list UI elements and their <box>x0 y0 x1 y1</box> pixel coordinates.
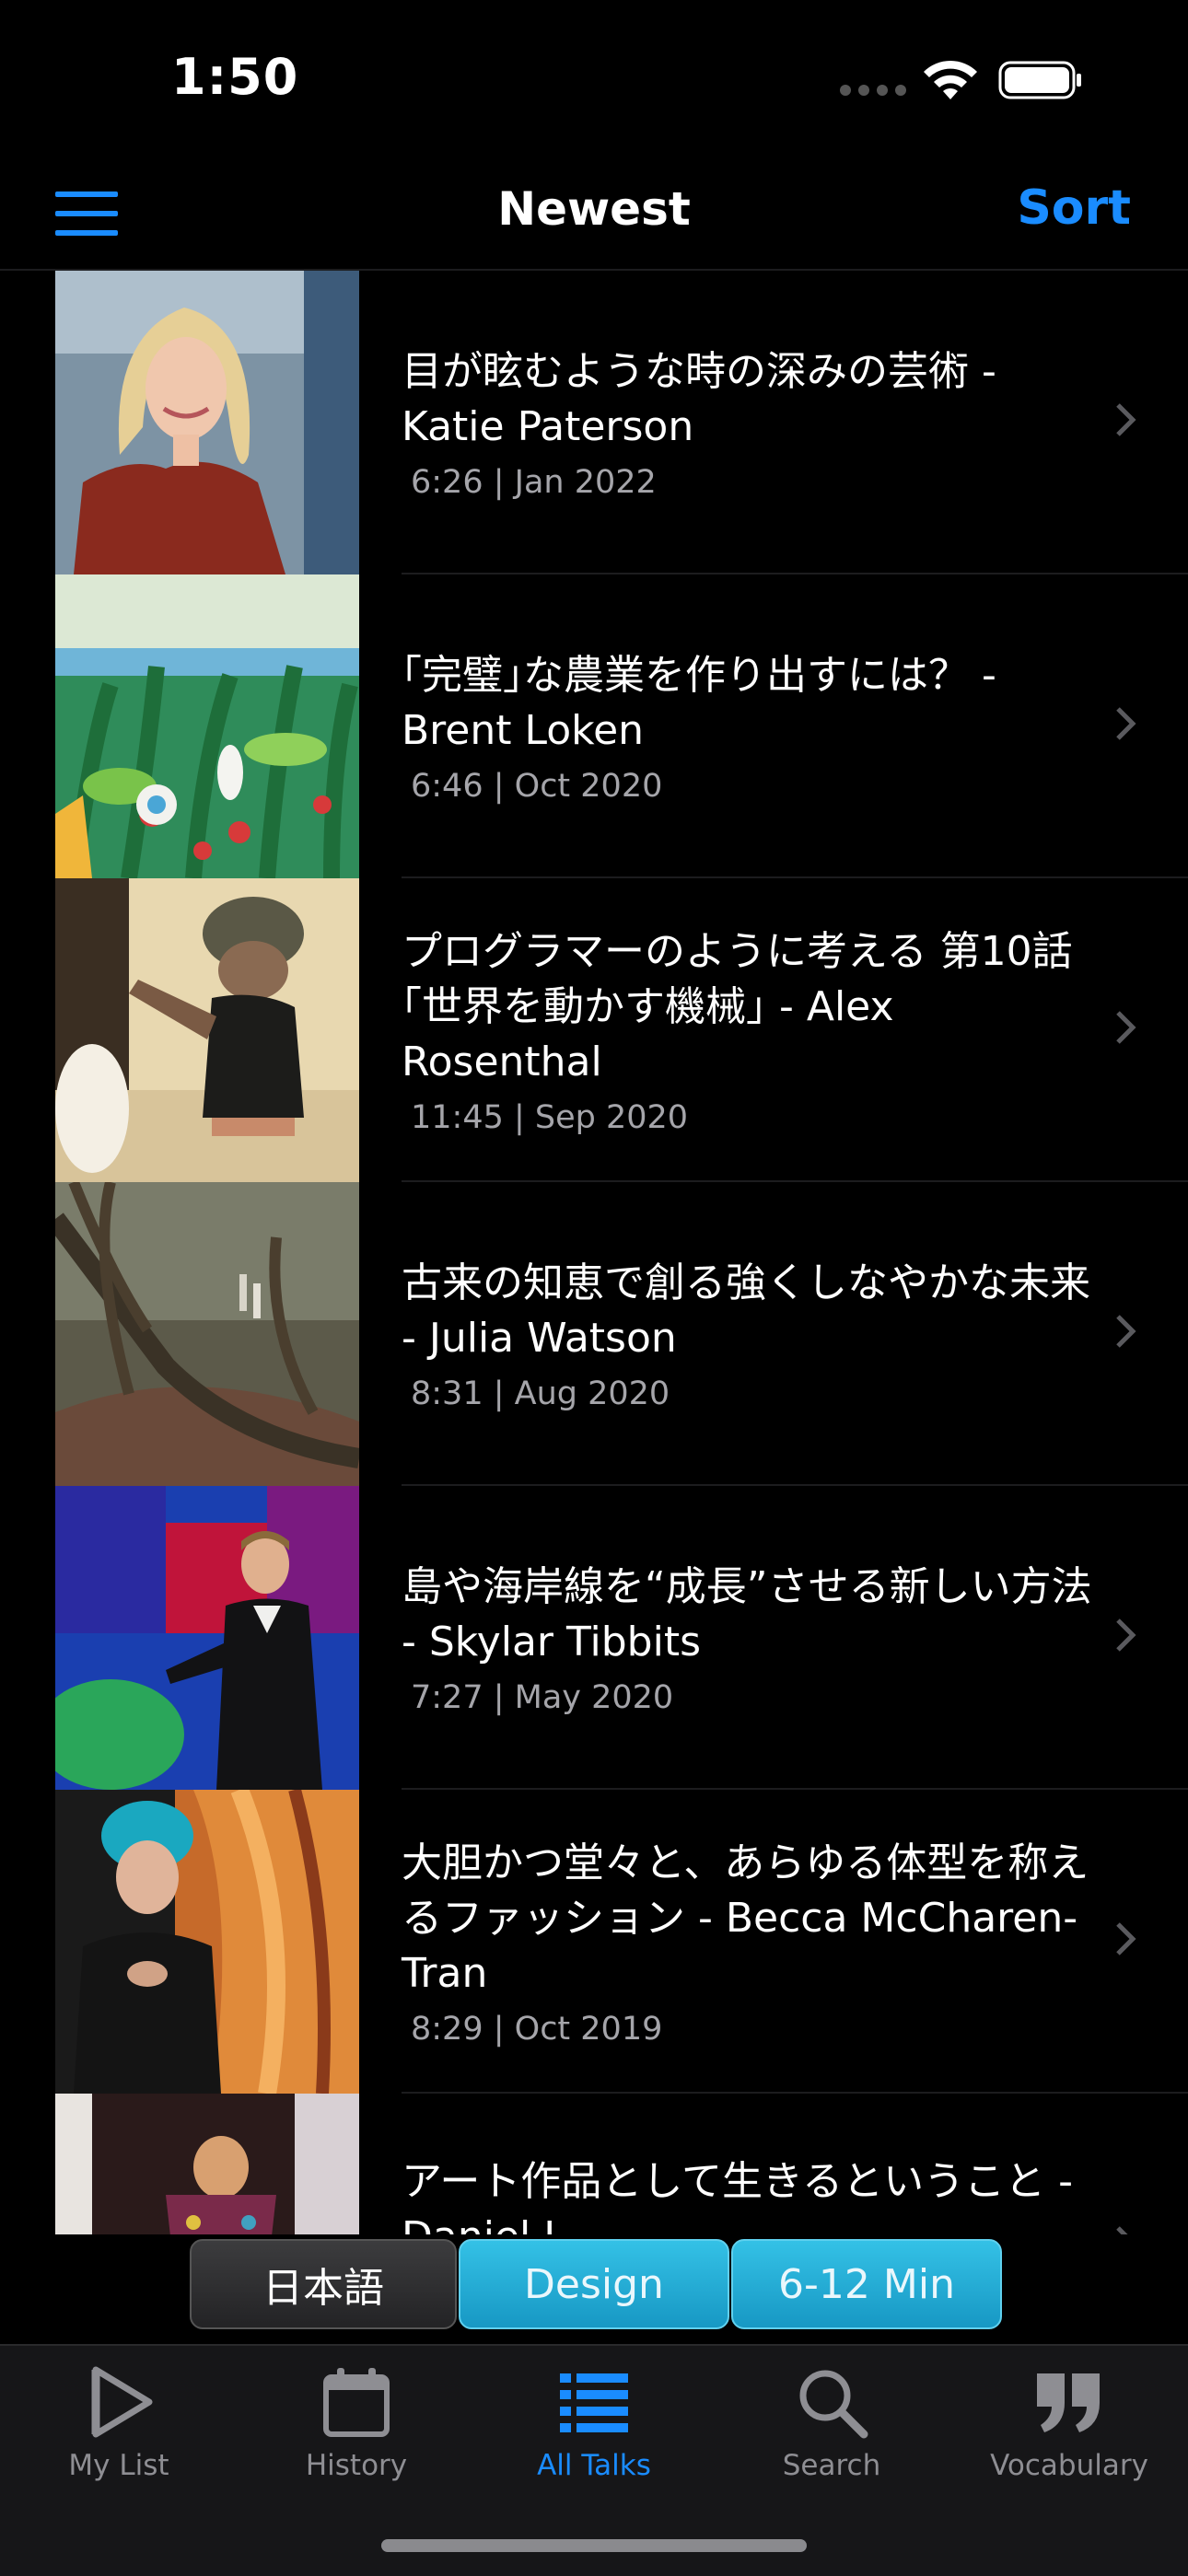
cellular-signal-icon <box>840 85 912 96</box>
talk-list[interactable]: 目が眩むような時の深みの芸術 - Katie Paterson 6:26 | J… <box>0 271 1188 2234</box>
talk-thumbnail <box>55 271 359 574</box>
talk-title: 大胆かつ堂々と、あらゆる体型を称えるファッション - Becca McChare… <box>402 1839 1089 1997</box>
calendar-icon <box>323 2368 390 2437</box>
duration-filter-chip[interactable]: 6-12 Min <box>731 2239 1002 2329</box>
talk-thumbnail <box>55 1790 359 2094</box>
status-bar: 1:50 <box>0 0 1188 157</box>
talk-row[interactable]: 目が眩むような時の深みの芸術 - Katie Paterson 6:26 | J… <box>0 271 1188 574</box>
talk-row[interactable]: プログラマーのように考える 第10話 ｢世界を動かす機械｣ - Alex Ros… <box>0 878 1188 1182</box>
chevron-right-icon <box>1116 1619 1136 1652</box>
talk-thumbnail <box>55 574 359 878</box>
tab-label: History <box>305 2449 408 2482</box>
tab-label: My List <box>68 2449 169 2482</box>
tab-vocabulary[interactable]: Vocabulary <box>950 2364 1188 2502</box>
talk-thumbnail <box>55 2094 359 2234</box>
battery-icon <box>998 61 1081 99</box>
talk-meta: 8:31 | Aug 2020 <box>411 1375 670 1412</box>
sort-button[interactable]: Sort <box>1017 180 1131 236</box>
chevron-right-icon <box>1116 1922 1136 1955</box>
tab-my-list[interactable]: My List <box>0 2364 238 2502</box>
search-icon <box>799 2370 868 2439</box>
talk-title: 古来の知恵で創る強くしなやかな未来 - Julia Watson <box>402 1259 1090 1362</box>
tab-history[interactable]: History <box>238 2364 475 2502</box>
talk-meta: 8:29 | Oct 2019 <box>411 2011 663 2048</box>
chevron-right-icon <box>1116 1315 1136 1348</box>
home-indicator <box>381 2539 807 2552</box>
list-icon <box>560 2373 628 2432</box>
talk-title: 島や海岸線を“成長”させる新しい方法 - Skylar Tibbits <box>402 1563 1092 1665</box>
chevron-right-icon <box>1116 707 1136 740</box>
tab-label: Search <box>782 2449 881 2482</box>
talk-row[interactable]: ｢完璧｣な農業を作り出すには？ - Brent Loken 6:46 | Oct… <box>0 574 1188 878</box>
play-icon <box>91 2366 153 2438</box>
talk-title: プログラマーのように考える 第10話 ｢世界を動かす機械｣ - Alex Ros… <box>402 928 1073 1085</box>
chevron-right-icon <box>1116 2226 1128 2234</box>
talk-thumbnail <box>55 1182 359 1486</box>
talk-title: 目が眩むような時の深みの芸術 - Katie Paterson <box>402 348 996 450</box>
tab-label: All Talks <box>537 2449 651 2482</box>
talk-row[interactable]: 大胆かつ堂々と、あらゆる体型を称えるファッション - Becca McChare… <box>0 1790 1188 2094</box>
filter-chips: 日本語 Design 6-12 Min <box>190 2239 1002 2329</box>
language-filter-chip[interactable]: 日本語 <box>190 2239 457 2329</box>
page-title: Newest <box>497 182 691 236</box>
navigation-bar: Newest Sort <box>0 157 1188 271</box>
chevron-right-icon <box>1116 1011 1136 1044</box>
talk-meta: 11:45 | Sep 2020 <box>411 1099 689 1136</box>
status-time: 1:50 <box>171 48 299 106</box>
wifi-icon <box>924 60 977 99</box>
topic-filter-chip[interactable]: Design <box>459 2239 729 2329</box>
chevron-right-icon <box>1116 403 1136 436</box>
talk-meta: 6:26 | Jan 2022 <box>411 464 657 501</box>
talk-thumbnail <box>55 878 359 1182</box>
tab-label: Vocabulary <box>990 2449 1148 2482</box>
talk-row[interactable]: 島や海岸線を“成長”させる新しい方法 - Skylar Tibbits 7:27… <box>0 1486 1188 1790</box>
talk-thumbnail <box>55 1486 359 1790</box>
tab-search[interactable]: Search <box>713 2364 950 2502</box>
talk-title: アート作品として生きるということ - Daniel L... <box>402 2158 1074 2234</box>
talk-meta: 6:46 | Oct 2020 <box>411 768 663 805</box>
quote-icon <box>1037 2373 1100 2432</box>
tab-all-talks[interactable]: All Talks <box>475 2364 713 2502</box>
talk-meta: 7:27 | May 2020 <box>411 1679 674 1716</box>
talk-row[interactable]: アート作品として生きるということ - Daniel L... <box>0 2094 1188 2234</box>
talk-title: ｢完璧｣な農業を作り出すには？ - Brent Loken <box>402 652 996 754</box>
talk-row[interactable]: 古来の知恵で創る強くしなやかな未来 - Julia Watson 8:31 | … <box>0 1182 1188 1486</box>
